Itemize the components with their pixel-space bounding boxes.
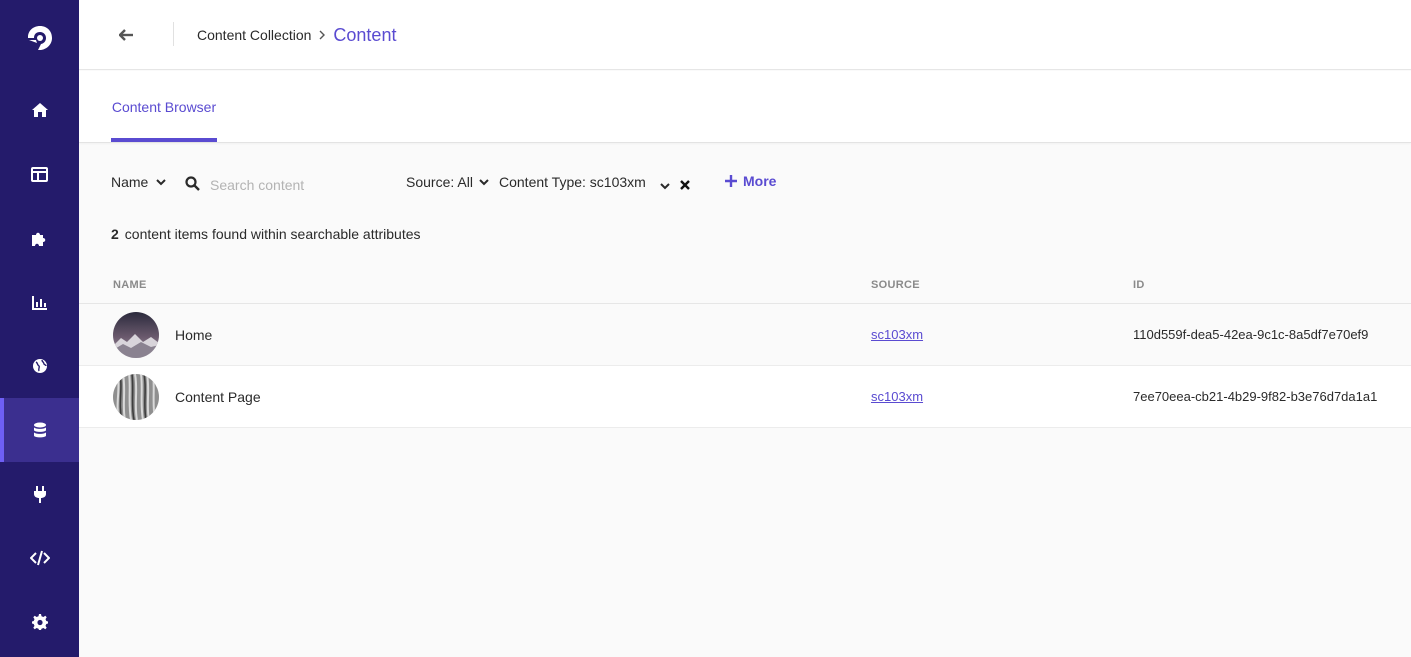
content-source-link[interactable]: sc103xm [871,389,923,404]
sidebar-item-plugins[interactable] [0,206,79,270]
active-tab-indicator [111,138,217,142]
analytics-icon [31,295,47,310]
clear-filter-icon[interactable] [680,177,690,195]
chevron-right-icon [319,30,326,40]
content-name[interactable]: Content Page [175,389,261,405]
tab-bar: Content Browser [79,71,1411,143]
sidebar-item-home[interactable] [0,78,79,142]
search-icon [185,176,200,196]
sidebar-item-developer[interactable] [0,526,79,590]
search-attribute-select[interactable]: Name [111,174,167,190]
app-logo[interactable] [0,6,79,70]
sidebar-item-settings[interactable] [0,590,79,654]
chevron-down-icon [479,178,489,185]
content-id: 7ee70eea-cb21-4b29-9f82-b3e76d7da1a1 [1133,389,1378,404]
table-header: NAME SOURCE ID [79,270,1411,304]
code-icon [29,550,50,566]
globe-icon [32,359,47,373]
chevron-down-icon [156,178,167,185]
logo-icon [27,26,52,50]
plus-icon [725,175,737,187]
breadcrumb-parent-link[interactable]: Content Collection [197,27,311,43]
table-row[interactable]: Home sc103xm 110d559f-dea5-42ea-9c1c-8a5… [79,304,1411,366]
breadcrumb: Content Collection Content [197,22,396,48]
sidebar-item-content[interactable] [0,398,79,462]
column-header-id[interactable]: ID [1133,279,1145,291]
source-filter-select[interactable]: Source: All [406,174,489,190]
content-name[interactable]: Home [175,327,212,343]
table-row[interactable]: Content Page sc103xm 7ee70eea-cb21-4b29-… [79,366,1411,428]
page-title: Content [333,24,397,45]
dashboard-icon [31,166,48,182]
gear-icon [31,614,48,630]
chevron-down-icon[interactable] [660,177,670,195]
column-header-source[interactable]: SOURCE [871,279,920,291]
sidebar-item-connections[interactable] [0,462,79,526]
tab-content-browser[interactable]: Content Browser [111,71,217,142]
sidebar-item-dashboard[interactable] [0,142,79,206]
content-thumbnail [113,374,159,420]
search-input[interactable] [210,172,390,198]
content-thumbnail [113,312,159,358]
result-count: 2 [111,226,119,242]
arrow-left-icon [119,29,133,41]
more-filters-label: More [743,173,777,189]
puzzle-icon [32,232,46,246]
result-summary: 2 content items found within searchable … [111,226,421,242]
result-text: content items found within searchable at… [124,226,421,242]
header-divider [173,22,174,46]
content-type-filter-select[interactable]: Content Type: sc103xm [499,174,646,190]
content-source-link[interactable]: sc103xm [871,327,923,342]
more-filters-button[interactable]: More [725,173,776,189]
sidebar-item-analytics[interactable] [0,270,79,334]
sidebar-item-globe[interactable] [0,334,79,398]
database-icon [33,422,46,437]
back-button[interactable] [111,22,141,48]
sidebar [0,0,79,657]
content-type-filter-label: Content Type: sc103xm [499,174,646,190]
plug-icon [33,485,46,503]
home-icon [31,103,48,117]
filter-bar: Name Source: All Content Type: sc103xm M… [111,168,1391,198]
content-table: NAME SOURCE ID Home sc103xm 110d559f-dea… [79,270,1411,428]
source-filter-label: Source: All [406,174,473,190]
page-header: Content Collection Content [79,0,1411,70]
content-id: 110d559f-dea5-42ea-9c1c-8a5df7e70ef9 [1133,327,1369,342]
search-attribute-label: Name [111,174,149,190]
column-header-name[interactable]: NAME [113,279,147,291]
